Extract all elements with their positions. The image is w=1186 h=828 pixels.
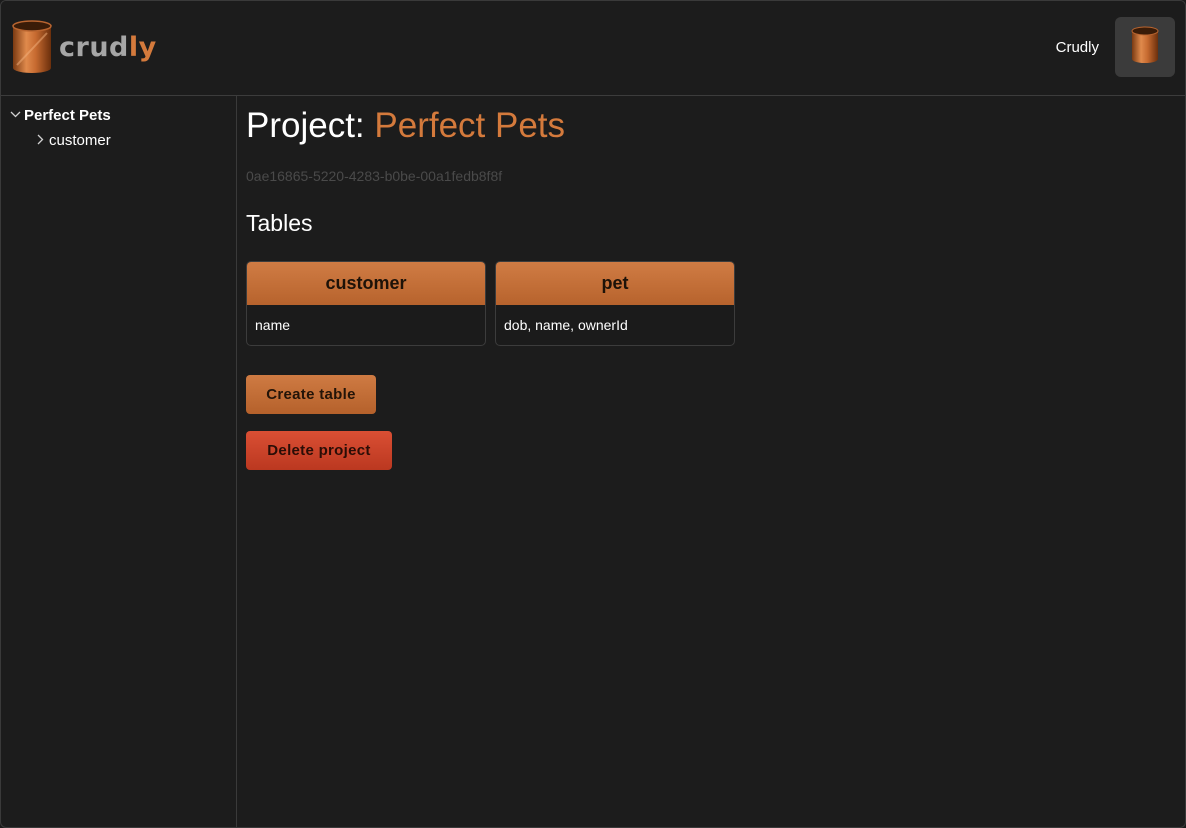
logo-text-ly: ly [128,31,157,63]
create-table-button[interactable]: Create table [246,375,376,414]
sidebar-item-customer[interactable]: customer [35,132,111,149]
table-card-columns: dob, name, ownerId [504,317,628,333]
table-cards: customer name pet dob, name, ownerId [246,261,735,346]
avatar[interactable] [1115,17,1175,77]
logo[interactable]: crudly [11,19,157,75]
main-content: Project: Perfect Pets 0ae16865-5220-4283… [246,96,1176,816]
sidebar-item-label: customer [49,132,111,149]
sidebar-project-label: Perfect Pets [24,107,111,124]
page-title: Project: Perfect Pets [246,106,565,146]
chevron-down-icon[interactable] [10,109,22,122]
app-window: crudly Crudly Perfect Pets customer Proj… [0,0,1186,828]
logo-text: crudly [59,34,157,61]
page-title-project-name: Perfect Pets [374,106,566,145]
cylinder-avatar-icon [1131,26,1159,69]
table-card-columns: name [255,317,291,333]
sidebar-project-perfect-pets[interactable]: Perfect Pets [10,107,111,124]
delete-project-button[interactable]: Delete project [246,431,392,470]
table-card-title: pet [496,262,734,305]
cylinder-logo-icon [11,19,53,75]
project-id: 0ae16865-5220-4283-b0be-00a1fedb8f8f [246,168,503,184]
page-title-prefix: Project: [246,106,365,145]
sidebar: Perfect Pets customer [1,96,237,827]
table-card-title: customer [247,262,485,305]
user-name[interactable]: Crudly [1056,39,1099,56]
table-card-pet[interactable]: pet dob, name, ownerId [495,261,735,346]
chevron-right-icon[interactable] [35,134,47,147]
tables-heading: Tables [246,210,313,236]
logo-text-crud: crud [59,31,129,63]
table-card-customer[interactable]: customer name [246,261,486,346]
top-bar: crudly Crudly [1,1,1185,96]
